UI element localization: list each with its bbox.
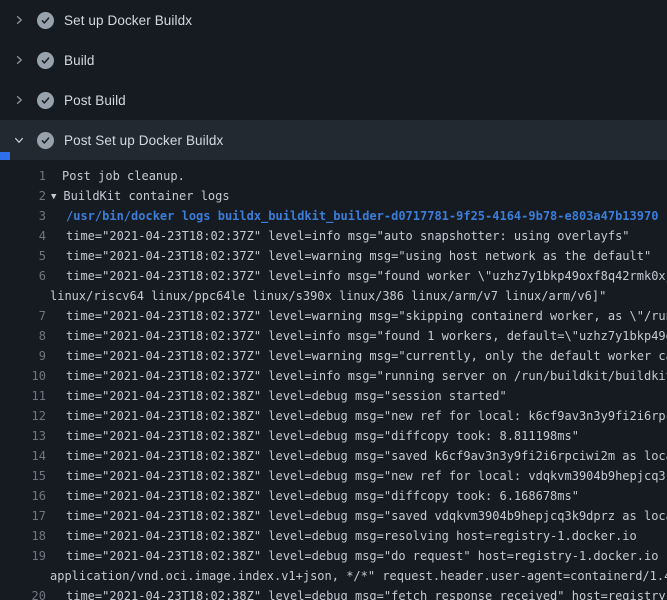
log-text: linux/riscv64 linux/ppc64le linux/s390x … <box>46 286 667 306</box>
log-text: time="2021-04-23T18:02:38Z" level=debug … <box>46 466 667 486</box>
log-line: 17 time="2021-04-23T18:02:38Z" level=deb… <box>0 506 667 526</box>
log-line: 11 time="2021-04-23T18:02:38Z" level=deb… <box>0 386 667 406</box>
line-number[interactable]: 15 <box>0 466 46 486</box>
log-line: 4 time="2021-04-23T18:02:37Z" level=info… <box>0 226 667 246</box>
check-circle-icon <box>37 132 54 149</box>
log-command-text: /usr/bin/docker logs buildx_buildkit_bui… <box>46 206 667 226</box>
log-text: time="2021-04-23T18:02:38Z" level=debug … <box>46 446 667 466</box>
log-text: time="2021-04-23T18:02:38Z" level=debug … <box>46 406 667 426</box>
check-circle-icon <box>37 52 54 69</box>
log-text: time="2021-04-23T18:02:37Z" level=warnin… <box>46 346 667 366</box>
check-circle-icon <box>37 12 54 29</box>
step-title: Build <box>64 53 95 68</box>
line-number[interactable]: 11 <box>0 386 46 406</box>
log-line: application/vnd.oci.image.index.v1+json,… <box>0 566 667 586</box>
line-number[interactable]: 12 <box>0 406 46 426</box>
log-line: 9 time="2021-04-23T18:02:37Z" level=warn… <box>0 346 667 366</box>
steps-list: Set up Docker Buildx Build Post Build Po… <box>0 0 667 160</box>
line-number[interactable]: 6 <box>0 266 46 286</box>
log-viewer[interactable]: 1 Post job cleanup. 2 ▼BuildKit containe… <box>0 160 667 600</box>
check-circle-icon <box>37 92 54 109</box>
line-number[interactable]: 2 <box>0 186 46 206</box>
line-number[interactable]: 9 <box>0 346 46 366</box>
log-text: time="2021-04-23T18:02:37Z" level=info m… <box>46 266 667 286</box>
focus-accent <box>0 152 10 160</box>
log-line: 15 time="2021-04-23T18:02:38Z" level=deb… <box>0 466 667 486</box>
log-line: 2 ▼BuildKit container logs <box>0 186 667 206</box>
log-text: ▼BuildKit container logs <box>46 186 667 206</box>
log-text: time="2021-04-23T18:02:37Z" level=info m… <box>46 226 667 246</box>
log-line: 16 time="2021-04-23T18:02:38Z" level=deb… <box>0 486 667 506</box>
line-number[interactable]: 20 <box>0 586 46 600</box>
step-header-build[interactable]: Build <box>0 40 667 80</box>
chevron-right-icon <box>12 12 26 28</box>
line-number[interactable]: 5 <box>0 246 46 266</box>
log-line: 18 time="2021-04-23T18:02:38Z" level=deb… <box>0 526 667 546</box>
step-header-post-set-up-docker-buildx[interactable]: Post Set up Docker Buildx <box>0 120 667 160</box>
line-number[interactable]: 1 <box>0 166 46 186</box>
step-header-post-build[interactable]: Post Build <box>0 80 667 120</box>
group-toggle-icon[interactable]: ▼ <box>51 187 56 206</box>
chevron-right-icon <box>12 92 26 108</box>
log-line: 7 time="2021-04-23T18:02:37Z" level=warn… <box>0 306 667 326</box>
line-number[interactable]: 14 <box>0 446 46 466</box>
line-number[interactable]: 3 <box>0 206 46 226</box>
log-text: time="2021-04-23T18:02:37Z" level=warnin… <box>46 246 667 266</box>
line-number[interactable]: 13 <box>0 426 46 446</box>
log-text: time="2021-04-23T18:02:37Z" level=warnin… <box>46 306 667 326</box>
log-text: time="2021-04-23T18:02:37Z" level=info m… <box>46 366 667 386</box>
step-title: Post Set up Docker Buildx <box>64 133 223 148</box>
step-title: Set up Docker Buildx <box>64 13 192 28</box>
line-number[interactable]: 10 <box>0 366 46 386</box>
log-text: time="2021-04-23T18:02:38Z" level=debug … <box>46 426 667 446</box>
log-text: time="2021-04-23T18:02:38Z" level=debug … <box>46 526 667 546</box>
line-number[interactable]: 18 <box>0 526 46 546</box>
log-line: 3 /usr/bin/docker logs buildx_buildkit_b… <box>0 206 667 226</box>
line-number[interactable]: 8 <box>0 326 46 346</box>
log-text: time="2021-04-23T18:02:38Z" level=debug … <box>46 546 667 566</box>
line-number[interactable]: 4 <box>0 226 46 246</box>
log-text: application/vnd.oci.image.index.v1+json,… <box>46 566 667 586</box>
line-number[interactable] <box>0 566 46 586</box>
chevron-down-icon <box>12 132 26 148</box>
log-line: 10 time="2021-04-23T18:02:37Z" level=inf… <box>0 366 667 386</box>
line-number[interactable]: 17 <box>0 506 46 526</box>
log-text: time="2021-04-23T18:02:38Z" level=debug … <box>46 586 667 600</box>
log-line: 19 time="2021-04-23T18:02:38Z" level=deb… <box>0 546 667 566</box>
log-text: time="2021-04-23T18:02:38Z" level=debug … <box>46 486 667 506</box>
log-line: 13 time="2021-04-23T18:02:38Z" level=deb… <box>0 426 667 446</box>
log-text: time="2021-04-23T18:02:38Z" level=debug … <box>46 386 667 406</box>
log-text: time="2021-04-23T18:02:37Z" level=info m… <box>46 326 667 346</box>
line-number[interactable]: 7 <box>0 306 46 326</box>
log-line: linux/riscv64 linux/ppc64le linux/s390x … <box>0 286 667 306</box>
log-line: 20 time="2021-04-23T18:02:38Z" level=deb… <box>0 586 667 600</box>
log-line: 8 time="2021-04-23T18:02:37Z" level=info… <box>0 326 667 346</box>
step-header-set-up-docker-buildx[interactable]: Set up Docker Buildx <box>0 0 667 40</box>
log-line: 14 time="2021-04-23T18:02:38Z" level=deb… <box>0 446 667 466</box>
line-number[interactable]: 19 <box>0 546 46 566</box>
line-number[interactable]: 16 <box>0 486 46 506</box>
chevron-right-icon <box>12 52 26 68</box>
log-line: 6 time="2021-04-23T18:02:37Z" level=info… <box>0 266 667 286</box>
log-line: 1 Post job cleanup. <box>0 166 667 186</box>
log-line: 5 time="2021-04-23T18:02:37Z" level=warn… <box>0 246 667 266</box>
log-line: 12 time="2021-04-23T18:02:38Z" level=deb… <box>0 406 667 426</box>
log-text: time="2021-04-23T18:02:38Z" level=debug … <box>46 506 667 526</box>
line-number[interactable] <box>0 286 46 306</box>
log-text: Post job cleanup. <box>46 166 667 186</box>
step-title: Post Build <box>64 93 126 108</box>
